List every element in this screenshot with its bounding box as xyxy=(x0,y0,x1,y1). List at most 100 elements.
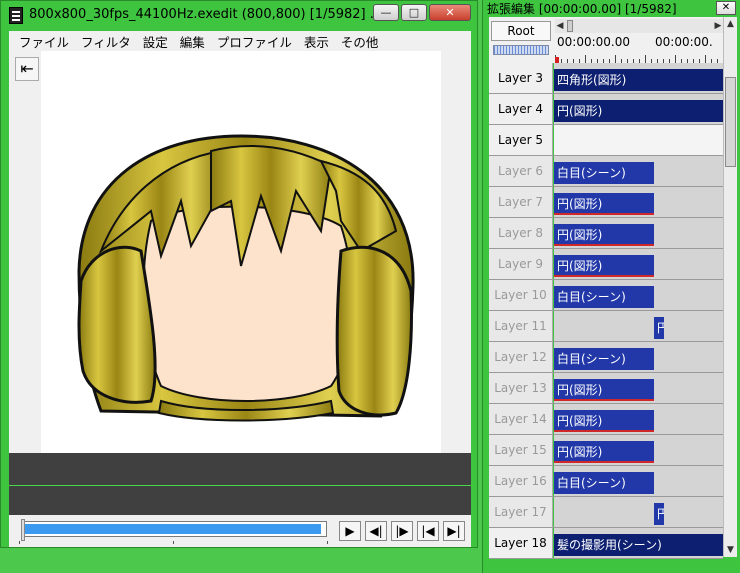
layer-row[interactable]: Layer 16 白目(シーン) xyxy=(489,466,723,497)
menu-view[interactable]: 表示 xyxy=(298,32,335,51)
ruler-tick xyxy=(615,55,616,63)
timeline-clip[interactable]: 円(図形) xyxy=(554,100,723,122)
timeline-clip[interactable]: 白目(シーン) xyxy=(554,162,654,184)
title-bar[interactable]: 800x800_30fps_44100Hz.exedit (800,800) [… xyxy=(1,1,477,29)
hscroll-thumb[interactable] xyxy=(567,20,573,32)
layer-track[interactable]: 白目(シーン) xyxy=(554,466,723,496)
playback-bar: ▶ ◀| |▶ |◀ ▶| xyxy=(9,515,471,547)
layer-track[interactable]: 円(図形) xyxy=(554,373,723,403)
layer-track[interactable]: 円(図形) xyxy=(554,218,723,248)
close-button[interactable]: ✕ xyxy=(429,4,471,21)
timeline-close-button[interactable]: ✕ xyxy=(716,1,736,15)
timeline-clip[interactable]: 髪の撮影用(シーン) xyxy=(554,534,723,556)
layer-row[interactable]: Layer 5 xyxy=(489,125,723,156)
layer-row[interactable]: Layer 13 円(図形) xyxy=(489,373,723,404)
layer-label[interactable]: Layer 6 xyxy=(489,156,553,186)
layer-label[interactable]: Layer 8 xyxy=(489,218,553,248)
layer-track[interactable]: 白目(シーン) xyxy=(554,156,723,186)
scroll-down-icon[interactable]: ▼ xyxy=(724,543,737,557)
layer-label[interactable]: Layer 17 xyxy=(489,497,553,527)
seek-bar[interactable] xyxy=(21,521,327,537)
timeline-clip[interactable]: 白目(シーン) xyxy=(554,348,654,370)
time-ruler[interactable] xyxy=(555,51,723,63)
layer-row[interactable]: Layer 10 白目(シーン) xyxy=(489,280,723,311)
layer-row[interactable]: Layer 9 円(図形) xyxy=(489,249,723,280)
layer-track[interactable] xyxy=(554,125,723,155)
prev-frame-button[interactable]: ◀| xyxy=(365,521,387,541)
zoom-slider[interactable] xyxy=(493,45,549,55)
layer-track[interactable]: 白目(シーン) xyxy=(554,280,723,310)
menu-other[interactable]: その他 xyxy=(335,32,385,51)
hair-lock-left xyxy=(77,245,157,404)
timeline-clip[interactable]: 四角形(図形) xyxy=(554,69,723,91)
menu-filter[interactable]: フィルタ xyxy=(75,32,137,51)
vscroll-thumb[interactable] xyxy=(725,77,736,167)
timeline-hscroll[interactable]: ◀ ▶ xyxy=(555,19,723,33)
layer-row[interactable]: Layer 11 円 xyxy=(489,311,723,342)
layer-row[interactable]: Layer 3 四角形(図形) xyxy=(489,63,723,94)
layer-row[interactable]: Layer 18 髪の撮影用(シーン) xyxy=(489,528,723,559)
layer-label[interactable]: Layer 9 xyxy=(489,249,553,279)
maximize-button[interactable]: □ xyxy=(401,4,427,21)
layer-track[interactable]: 円(図形) xyxy=(554,435,723,465)
layer-track[interactable]: 四角形(図形) xyxy=(554,63,723,93)
go-end-button[interactable]: ▶| xyxy=(443,521,465,541)
timeline-clip[interactable]: 円(図形) xyxy=(554,441,654,463)
layer-track[interactable]: 円(図形) xyxy=(554,187,723,217)
layer-label[interactable]: Layer 10 xyxy=(489,280,553,310)
layer-track[interactable]: 円(図形) xyxy=(554,249,723,279)
layer-row[interactable]: Layer 14 円(図形) xyxy=(489,404,723,435)
play-button[interactable]: ▶ xyxy=(339,521,361,541)
layer-label[interactable]: Layer 3 xyxy=(489,63,553,93)
timeline-vscroll[interactable]: ▲ ▼ xyxy=(723,17,737,557)
scroll-up-icon[interactable]: ▲ xyxy=(724,17,737,31)
layer-label[interactable]: Layer 11 xyxy=(489,311,553,341)
layer-track[interactable]: 白目(シーン) xyxy=(554,342,723,372)
layer-label[interactable]: Layer 16 xyxy=(489,466,553,496)
timeline-clip[interactable]: 円(図形) xyxy=(554,193,654,215)
seek-progress xyxy=(24,524,321,534)
preview-window: 800x800_30fps_44100Hz.exedit (800,800) [… xyxy=(0,0,478,548)
menu-edit[interactable]: 編集 xyxy=(174,32,211,51)
timeline-clip[interactable]: 白目(シーン) xyxy=(554,472,654,494)
layer-track[interactable]: 円 xyxy=(554,497,723,527)
layer-row[interactable]: Layer 12 白目(シーン) xyxy=(489,342,723,373)
layer-label[interactable]: Layer 12 xyxy=(489,342,553,372)
back-to-start-button[interactable]: ⇤ xyxy=(15,57,39,81)
next-frame-button[interactable]: |▶ xyxy=(391,521,413,541)
layer-label[interactable]: Layer 14 xyxy=(489,404,553,434)
layer-label[interactable]: Layer 5 xyxy=(489,125,553,155)
minimize-button[interactable]: — xyxy=(373,4,399,21)
timeline-clip[interactable]: 白目(シーン) xyxy=(554,286,654,308)
layer-track[interactable]: 円(図形) xyxy=(554,404,723,434)
layer-row[interactable]: Layer 15 円(図形) xyxy=(489,435,723,466)
preview-canvas[interactable] xyxy=(41,51,441,453)
layer-track[interactable]: 円 xyxy=(554,311,723,341)
layer-row[interactable]: Layer 7 円(図形) xyxy=(489,187,723,218)
timeline-clip[interactable]: 円(図形) xyxy=(554,255,654,277)
layer-row[interactable]: Layer 17 円 xyxy=(489,497,723,528)
menu-file[interactable]: ファイル xyxy=(13,32,75,51)
layer-row[interactable]: Layer 4 円(図形) xyxy=(489,94,723,125)
menu-settings[interactable]: 設定 xyxy=(137,32,174,51)
root-button[interactable]: Root xyxy=(491,21,551,41)
layer-track[interactable]: 円(図形) xyxy=(554,94,723,124)
layer-label[interactable]: Layer 18 xyxy=(489,528,553,558)
scroll-right-icon[interactable]: ▶ xyxy=(713,19,723,33)
layer-row[interactable]: Layer 8 円(図形) xyxy=(489,218,723,249)
layer-label[interactable]: Layer 15 xyxy=(489,435,553,465)
layer-row[interactable]: Layer 6 白目(シーン) xyxy=(489,156,723,187)
go-start-button[interactable]: |◀ xyxy=(417,521,439,541)
timeline-clip[interactable]: 円 xyxy=(654,503,664,525)
layer-label[interactable]: Layer 13 xyxy=(489,373,553,403)
layer-label[interactable]: Layer 4 xyxy=(489,94,553,124)
layer-label[interactable]: Layer 7 xyxy=(489,187,553,217)
timeline-clip[interactable]: 円(図形) xyxy=(554,379,654,401)
scroll-left-icon[interactable]: ◀ xyxy=(555,19,565,33)
timeline-clip[interactable]: 円(図形) xyxy=(554,224,654,246)
timeline-clip[interactable]: 円(図形) xyxy=(554,410,654,432)
timeline-clip[interactable]: 円 xyxy=(654,317,664,339)
seek-thumb[interactable] xyxy=(21,519,25,541)
layer-track[interactable]: 髪の撮影用(シーン) xyxy=(554,528,723,558)
menu-profile[interactable]: プロファイル xyxy=(211,32,298,51)
